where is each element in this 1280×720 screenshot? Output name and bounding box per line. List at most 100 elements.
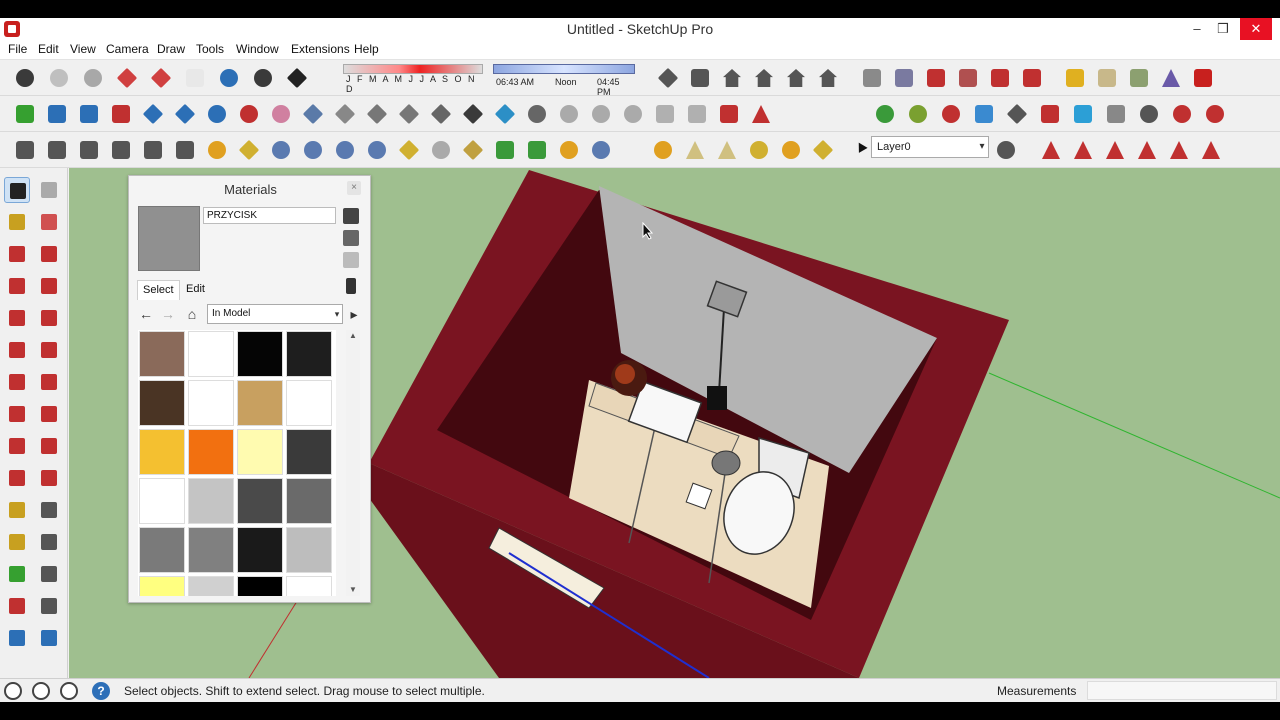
scroll-down-icon[interactable]: ▼ [346, 584, 360, 596]
layer-manager-button[interactable] [993, 137, 1019, 163]
lasso-button[interactable] [268, 101, 294, 127]
shaded-with-textures-button[interactable] [216, 65, 242, 91]
material-swatch[interactable] [237, 478, 283, 524]
display-section-cuts-button[interactable] [923, 65, 949, 91]
face-style-2-button[interactable] [332, 101, 358, 127]
arrow-av-button[interactable] [1102, 137, 1128, 163]
extension-warehouse-button[interactable] [1190, 65, 1216, 91]
light-3-button[interactable] [714, 137, 740, 163]
push-pull-tool-button[interactable] [36, 401, 62, 427]
plugin-br-button[interactable] [332, 137, 358, 163]
section-grid-button[interactable] [1019, 65, 1045, 91]
solid-3-button[interactable] [1103, 101, 1129, 127]
shadow-date-slider[interactable]: J F M A M J J A S O N D [343, 64, 483, 94]
measurements-field[interactable] [1087, 681, 1277, 700]
scale-tool-button[interactable] [4, 465, 30, 491]
dimension-tool-button[interactable] [36, 497, 62, 523]
plant-1-button[interactable] [872, 101, 898, 127]
material-swatch[interactable] [286, 331, 332, 377]
shadow-months-bar[interactable] [343, 64, 483, 74]
plugin-tag-button[interactable] [236, 137, 262, 163]
arc-tool-button[interactable] [4, 337, 30, 363]
display-secondary-icon[interactable] [343, 230, 359, 246]
make-component-button[interactable] [36, 177, 62, 203]
arrow-aj-button[interactable] [1038, 137, 1064, 163]
menu-camera[interactable]: Camera [106, 42, 149, 56]
close-button[interactable]: ✕ [1240, 18, 1272, 40]
layout-button[interactable] [12, 101, 38, 127]
solid-1-button[interactable] [1037, 101, 1063, 127]
plugin-pencil-button[interactable] [396, 137, 422, 163]
right-view-button[interactable] [751, 65, 777, 91]
follow-me-button[interactable] [140, 101, 166, 127]
material-swatch[interactable] [237, 380, 283, 426]
style-4-button[interactable] [108, 137, 134, 163]
style-3-button[interactable] [76, 137, 102, 163]
sandbox-2-button[interactable] [556, 101, 582, 127]
menu-draw[interactable]: Draw [157, 42, 185, 56]
undo-button[interactable] [204, 101, 230, 127]
face-style-5-button[interactable] [428, 101, 454, 127]
light-4-button[interactable] [746, 137, 772, 163]
tape-measure-button[interactable] [4, 497, 30, 523]
style-1-button[interactable] [12, 137, 38, 163]
material-swatch[interactable] [188, 429, 234, 475]
material-swatch[interactable] [139, 576, 185, 596]
measure-button[interactable] [1169, 101, 1195, 127]
material-swatch[interactable] [286, 429, 332, 475]
arrow-af-button[interactable] [1198, 137, 1224, 163]
front-view-button[interactable] [719, 65, 745, 91]
face-style-3-button[interactable] [364, 101, 390, 127]
light-2-button[interactable] [682, 137, 708, 163]
material-swatch[interactable] [286, 380, 332, 426]
materials-close-button[interactable]: × [347, 181, 361, 195]
menu-file[interactable]: File [8, 42, 27, 56]
details-icon[interactable]: ▸ [345, 305, 363, 323]
two-point-arc-button[interactable] [36, 337, 62, 363]
eraser-button[interactable] [36, 209, 62, 235]
arrow-an-button[interactable] [1134, 137, 1160, 163]
polygon-tool-button[interactable] [36, 305, 62, 331]
plugin-r-button[interactable] [268, 137, 294, 163]
mirror-button[interactable] [748, 101, 774, 127]
iso-view-button[interactable] [655, 65, 681, 91]
offset-tool-button[interactable] [36, 465, 62, 491]
chevron-down-icon[interactable]: ▾ [975, 136, 989, 158]
geo-location-icon[interactable] [4, 682, 22, 700]
target-button[interactable] [1136, 101, 1162, 127]
wireframe-button[interactable] [114, 65, 140, 91]
material-swatch[interactable] [188, 576, 234, 596]
face-style-6-button[interactable] [460, 101, 486, 127]
sample-paint-icon[interactable] [346, 278, 356, 294]
line-tool-button[interactable] [4, 241, 30, 267]
material-swatch[interactable] [188, 331, 234, 377]
shadows-button[interactable] [284, 65, 310, 91]
plugin-sphere-button[interactable] [428, 137, 454, 163]
colors-button[interactable] [971, 101, 997, 127]
move-up-button[interactable] [76, 101, 102, 127]
freehand-tool-button[interactable] [36, 241, 62, 267]
menu-tools[interactable]: Tools [196, 42, 224, 56]
material-swatch[interactable] [139, 478, 185, 524]
material-swatch[interactable] [188, 380, 234, 426]
current-material-swatch[interactable] [138, 206, 200, 271]
paint-tool-button[interactable] [1004, 101, 1030, 127]
move-down-button[interactable] [108, 101, 134, 127]
pan-tool-button[interactable] [36, 593, 62, 619]
material-swatch[interactable] [286, 576, 332, 596]
help-icon[interactable]: ? [92, 682, 110, 700]
zoom-window-button[interactable] [36, 625, 62, 651]
text-tool-button[interactable] [36, 529, 62, 555]
rotate-tool-button[interactable] [4, 433, 30, 459]
menu-window[interactable]: Window [236, 42, 279, 56]
select-tool-button[interactable] [4, 177, 30, 203]
section-fill-button[interactable] [955, 65, 981, 91]
pie-tool-button[interactable] [36, 369, 62, 395]
three-point-arc-button[interactable] [4, 369, 30, 395]
material-swatch[interactable] [286, 478, 332, 524]
shadow-time-slider[interactable]: 06:43 AM Noon 04:45 PM [493, 64, 635, 97]
material-swatch[interactable] [139, 331, 185, 377]
sandbox-4-button[interactable] [620, 101, 646, 127]
hidden-line-button[interactable] [148, 65, 174, 91]
menu-help[interactable]: Help [354, 42, 379, 56]
